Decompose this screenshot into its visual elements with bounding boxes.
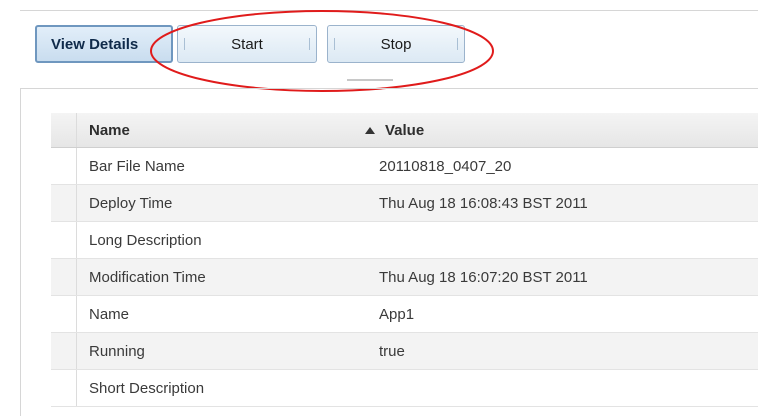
- property-value: Thu Aug 18 16:08:43 BST 2011: [379, 194, 588, 212]
- stop-button[interactable]: Stop: [327, 25, 465, 63]
- column-header-name[interactable]: Name: [77, 122, 363, 139]
- property-value: Thu Aug 18 16:07:20 BST 2011: [379, 268, 588, 286]
- view-details-button[interactable]: View Details: [35, 25, 173, 63]
- panel-splitter[interactable]: [20, 76, 758, 84]
- stop-label: Stop: [380, 35, 412, 53]
- button-grip-right: [457, 38, 458, 50]
- column-header-value[interactable]: Value: [363, 122, 758, 139]
- row-gutter: [51, 370, 77, 406]
- properties-table: Name Value Bar File Name 20110818_0407_20…: [51, 113, 758, 407]
- row-gutter: [51, 296, 77, 332]
- property-name: Modification Time: [89, 268, 206, 286]
- property-name: Bar File Name: [89, 157, 185, 175]
- row-gutter: [51, 222, 77, 258]
- start-label: Start: [231, 35, 263, 53]
- property-name: Deploy Time: [89, 194, 173, 212]
- property-name: Short Description: [89, 379, 205, 397]
- table-body: Bar File Name 20110818_0407_20 Deploy Time…: [51, 148, 758, 407]
- property-value: 20110818_0407_20: [379, 157, 512, 175]
- property-name: Long Description: [89, 231, 202, 249]
- start-button[interactable]: Start: [177, 25, 317, 63]
- splitter-handle[interactable]: [347, 79, 393, 81]
- column-header-value-label: Value: [385, 121, 425, 139]
- property-value: true: [379, 342, 405, 360]
- header-gutter: [51, 113, 77, 147]
- row-gutter: [51, 333, 77, 369]
- button-grip-left: [184, 38, 185, 50]
- properties-panel: Name Value Bar File Name 20110818_0407_20…: [20, 88, 758, 416]
- top-divider: [20, 10, 758, 11]
- row-gutter: [51, 148, 77, 184]
- application-detail-view: View Details Start Stop Name Value Bar F…: [0, 0, 758, 416]
- row-gutter: [51, 185, 77, 221]
- button-grip-left: [334, 38, 335, 50]
- property-name: Running: [89, 342, 145, 360]
- table-row[interactable]: Bar File Name 20110818_0407_20: [51, 148, 758, 185]
- table-header: Name Value: [51, 113, 758, 148]
- sort-ascending-icon: [365, 126, 375, 134]
- table-row[interactable]: Short Description: [51, 370, 758, 407]
- property-value: App1: [379, 305, 415, 323]
- table-row[interactable]: Deploy Time Thu Aug 18 16:08:43 BST 2011: [51, 185, 758, 222]
- toolbar: View Details Start Stop: [35, 25, 758, 65]
- table-row[interactable]: Modification Time Thu Aug 18 16:07:20 BST…: [51, 259, 758, 296]
- table-row[interactable]: Name App1: [51, 296, 758, 333]
- table-row[interactable]: Long Description: [51, 222, 758, 259]
- view-details-label: View Details: [51, 35, 139, 53]
- row-gutter: [51, 259, 77, 295]
- button-grip-right: [309, 38, 310, 50]
- table-row[interactable]: Running true: [51, 333, 758, 370]
- property-name: Name: [89, 305, 130, 323]
